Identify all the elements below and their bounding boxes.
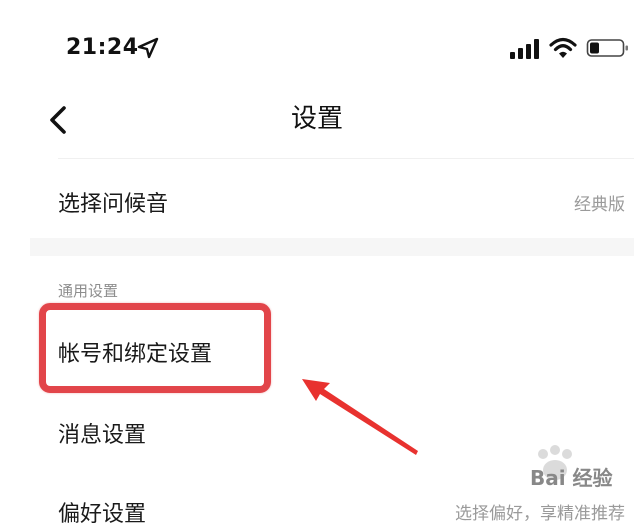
settings-row-greeting[interactable]: 选择问候音 经典版: [0, 160, 634, 238]
section-title: 通用设置: [58, 282, 119, 300]
section-gap: [30, 238, 634, 256]
signal-icon: [510, 39, 539, 59]
wifi-icon: [549, 37, 577, 58]
status-bar: 21:24: [0, 0, 634, 95]
status-time: 21:24: [66, 35, 139, 60]
location-arrow-icon: [137, 37, 159, 59]
page-title: 设置: [290, 104, 343, 134]
highlight-box: [39, 303, 271, 393]
row-label: 偏好设置: [58, 502, 147, 527]
row-label: 选择问候音: [58, 192, 169, 217]
row-label: 消息设置: [58, 423, 147, 448]
row-value: 选择偏好，享精准推荐: [455, 504, 625, 524]
row-value: 经典版: [574, 195, 625, 215]
arrow-annotation-icon: [302, 379, 418, 455]
divider: [58, 158, 634, 159]
navigation-bar: 设置: [0, 90, 634, 152]
battery-icon: [586, 39, 628, 57]
watermark-text: Bai 经验: [530, 466, 613, 490]
